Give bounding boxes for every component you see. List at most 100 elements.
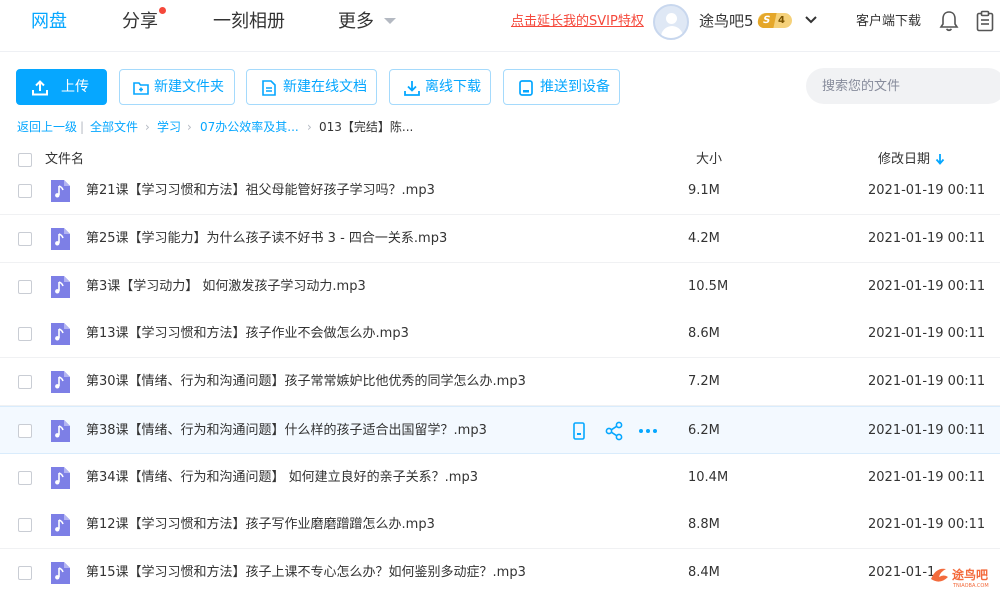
client-download-link[interactable]: 客户端下载 — [856, 12, 921, 32]
file-date: 2021-01-19 00:11 — [868, 517, 986, 532]
file-size: 6.2M — [688, 423, 720, 438]
file-name[interactable]: 第21课【学习习惯和方法】祖父母能管好孩子学习吗？.mp3 — [86, 181, 435, 201]
upload-label: 上传 — [61, 79, 89, 95]
file-date: 2021-01-19 00:11 — [868, 326, 986, 341]
push-device-icon[interactable] — [568, 420, 590, 442]
row-checkbox[interactable] — [18, 424, 32, 438]
level-number: 4 — [778, 15, 785, 26]
row-checkbox[interactable] — [18, 518, 32, 532]
file-size: 10.4M — [688, 470, 729, 485]
file-date: 2021-01-19 00:11 — [868, 470, 986, 485]
push-to-device-label: 推送到设备 — [540, 79, 610, 95]
file-size: 4.2M — [688, 231, 720, 246]
breadcrumb-separator: › — [187, 120, 192, 134]
svip-level-badge: S 4 — [756, 13, 792, 28]
svg-text:途鸟吧: 途鸟吧 — [952, 567, 988, 582]
breadcrumb-separator: › — [307, 120, 312, 134]
table-row[interactable]: 第34课【情绪、行为和沟通问题】 如何建立良好的亲子关系？.mp3 10.4M 20… — [0, 454, 1000, 502]
file-name[interactable]: 第25课【学习能力】为什么孩子读不好书 3 - 四合一关系.mp3 — [86, 229, 447, 249]
more-caret-icon[interactable] — [384, 18, 396, 24]
file-date: 2021-01-1 — [868, 565, 936, 580]
file-date: 2021-01-19 00:11 — [868, 423, 986, 438]
breadcrumb-current: 013【完结】陈... — [319, 120, 414, 134]
file-size: 8.4M — [688, 565, 720, 580]
clipboard-icon[interactable] — [975, 10, 995, 32]
breadcrumb-divider: | — [80, 120, 85, 134]
more-options-icon[interactable] — [637, 420, 659, 442]
file-name[interactable]: 第12课【学习习惯和方法】孩子写作业磨磨蹭蹭怎么办.mp3 — [86, 515, 435, 535]
file-date: 2021-01-19 00:11 — [868, 374, 986, 389]
svip-extend-link[interactable]: 点击延长我的SVIP特权 — [511, 12, 644, 32]
new-online-doc-button[interactable]: 新建在线文档 — [246, 69, 377, 105]
username[interactable]: 途鸟吧5 — [699, 10, 754, 32]
table-row[interactable]: 第21课【学习习惯和方法】祖父母能管好孩子学习吗？.mp3 9.1M 2021-01… — [0, 167, 1000, 215]
row-checkbox[interactable] — [18, 232, 32, 246]
avatar[interactable] — [653, 4, 689, 40]
file-size: 9.1M — [688, 183, 720, 198]
tab-photo-album[interactable]: 一刻相册 — [213, 10, 285, 34]
row-checkbox[interactable] — [18, 375, 32, 389]
share-icon[interactable] — [603, 420, 625, 442]
file-name[interactable]: 第34课【情绪、行为和沟通问题】 如何建立良好的亲子关系？.mp3 — [86, 468, 478, 488]
new-folder-label: 新建文件夹 — [154, 79, 224, 95]
breadcrumb-all-files[interactable]: 全部文件 — [90, 118, 138, 136]
file-size: 10.5M — [688, 279, 729, 294]
file-name[interactable]: 第13课【学习习惯和方法】孩子作业不会做怎么办.mp3 — [86, 324, 409, 344]
document-icon — [262, 80, 276, 96]
audio-file-icon — [51, 420, 70, 442]
row-checkbox[interactable] — [18, 280, 32, 294]
file-size: 8.6M — [688, 326, 720, 341]
upload-icon — [32, 80, 48, 96]
table-row[interactable]: 第25课【学习能力】为什么孩子读不好书 3 - 四合一关系.mp3 4.2M 202… — [0, 215, 1000, 263]
row-checkbox[interactable] — [18, 471, 32, 485]
audio-file-icon — [51, 323, 70, 345]
table-row[interactable]: 第15课【学习习惯和方法】孩子上课不专心怎么办？如何鉴别多动症？.mp3 8.4M… — [0, 549, 1000, 591]
top-nav: 网盘 分享 一刻相册 更多 点击延长我的SVIP特权 途鸟吧5 S 4 客户端下… — [0, 0, 1000, 52]
file-name[interactable]: 第30课【情绪、行为和沟通问题】孩子常常嫉妒比他优秀的同学怎么办.mp3 — [86, 372, 526, 392]
file-size: 7.2M — [688, 374, 720, 389]
search-input[interactable] — [806, 68, 1000, 104]
new-online-doc-label: 新建在线文档 — [283, 79, 367, 95]
row-checkbox[interactable] — [18, 566, 32, 580]
table-row[interactable]: 第3课【学习动力】 如何激发孩子学习动力.mp3 10.5M 2021-01-19 … — [0, 263, 1000, 311]
row-checkbox[interactable] — [18, 327, 32, 341]
watermark-logo: 途鸟吧 TNIAOBA.COM — [931, 567, 989, 589]
notification-dot — [159, 7, 166, 14]
download-icon — [404, 81, 420, 96]
offline-download-button[interactable]: 离线下载 — [389, 69, 491, 105]
offline-download-label: 离线下载 — [425, 79, 481, 95]
folder-plus-icon — [133, 82, 149, 95]
tab-netdisk[interactable]: 网盘 — [31, 10, 67, 34]
bell-icon[interactable] — [939, 10, 959, 32]
file-date: 2021-01-19 00:11 — [868, 183, 986, 198]
audio-file-icon — [51, 276, 70, 298]
file-size: 8.8M — [688, 517, 720, 532]
audio-file-icon — [51, 467, 70, 489]
table-row[interactable]: 第12课【学习习惯和方法】孩子写作业磨磨蹭蹭怎么办.mp3 8.8M 2021-01… — [0, 501, 1000, 549]
breadcrumb-office-efficiency[interactable]: 07办公效率及其... — [200, 118, 299, 136]
table-row[interactable]: 第38课【情绪、行为和沟通问题】什么样的孩子适合出国留学？.mp3 6.2M 202… — [0, 406, 1000, 454]
audio-file-icon — [51, 514, 70, 536]
push-to-device-button[interactable]: 推送到设备 — [503, 69, 620, 105]
chevron-down-icon[interactable] — [803, 12, 819, 28]
svg-text:TNIAOBA.COM: TNIAOBA.COM — [952, 583, 989, 589]
upload-button[interactable]: 上传 — [16, 69, 107, 105]
audio-file-icon — [51, 562, 70, 584]
table-row[interactable]: 第30课【情绪、行为和沟通问题】孩子常常嫉妒比他优秀的同学怎么办.mp3 7.2M… — [0, 358, 1000, 406]
tab-more[interactable]: 更多 — [338, 10, 374, 34]
sort-descending-icon[interactable] — [935, 153, 945, 165]
device-icon — [519, 80, 533, 96]
breadcrumb-study[interactable]: 学习 — [157, 118, 181, 136]
file-name[interactable]: 第3课【学习动力】 如何激发孩子学习动力.mp3 — [86, 277, 366, 297]
breadcrumb-back[interactable]: 返回上一级 — [17, 118, 77, 136]
row-checkbox[interactable] — [18, 184, 32, 198]
new-folder-button[interactable]: 新建文件夹 — [119, 69, 235, 105]
select-all-checkbox[interactable] — [18, 153, 32, 167]
tab-share[interactable]: 分享 — [122, 10, 158, 34]
breadcrumb-separator: › — [145, 120, 150, 134]
audio-file-icon — [51, 180, 70, 202]
file-name[interactable]: 第15课【学习习惯和方法】孩子上课不专心怎么办？如何鉴别多动症？.mp3 — [86, 563, 526, 583]
table-row[interactable]: 第13课【学习习惯和方法】孩子作业不会做怎么办.mp3 8.6M 2021-01-1… — [0, 310, 1000, 358]
level-prefix: S — [756, 13, 777, 28]
file-name[interactable]: 第38课【情绪、行为和沟通问题】什么样的孩子适合出国留学？.mp3 — [86, 421, 487, 441]
